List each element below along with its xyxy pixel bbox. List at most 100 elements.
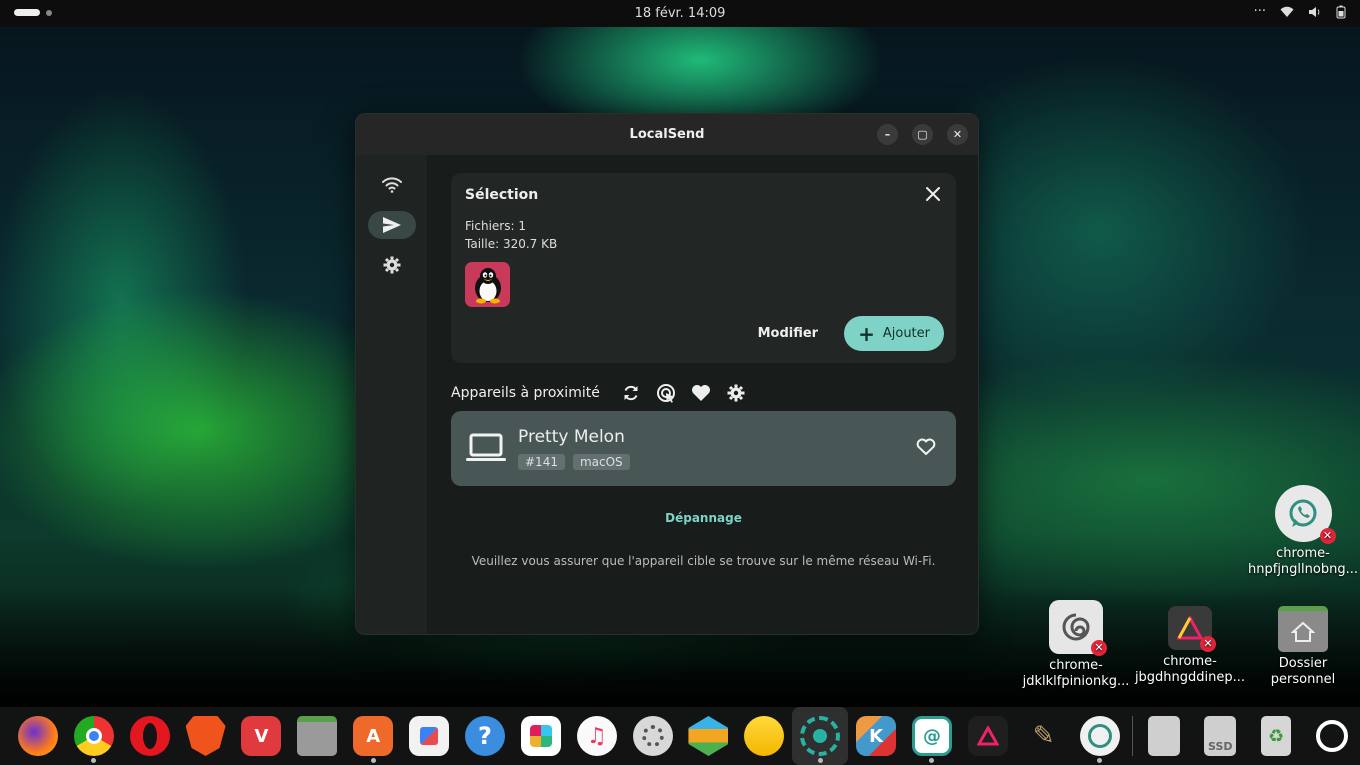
desktop-icon-label-line1: chrome-: [1049, 658, 1103, 673]
dock-yellow-app[interactable]: [736, 707, 792, 765]
software-bag-icon: [409, 716, 450, 756]
dock-localsend[interactable]: [792, 707, 849, 765]
heart-outline-icon[interactable]: [916, 438, 936, 456]
maximize-button[interactable]: ▢: [912, 124, 933, 145]
dock-music[interactable]: ♫: [569, 707, 625, 765]
music-note-icon: ♫: [576, 716, 617, 756]
dock-brave[interactable]: [178, 707, 234, 765]
desktop-icon-label-line2: jbgdhngddinep...: [1134, 670, 1246, 685]
dock-gnome-software[interactable]: [401, 707, 457, 765]
dock-chrome[interactable]: [66, 707, 122, 765]
dock-slack[interactable]: [513, 707, 569, 765]
dock-gimp[interactable]: ✎: [1016, 707, 1072, 765]
laptop-icon: [466, 433, 506, 461]
disk-drive-icon: [1148, 716, 1181, 756]
chrome-icon: [73, 716, 114, 756]
desktop-icon-home-folder[interactable]: Dossier personnel: [1243, 600, 1360, 688]
refresh-button[interactable]: [614, 381, 649, 405]
dock-help[interactable]: ?: [457, 707, 513, 765]
dock-files[interactable]: [289, 707, 345, 765]
desktop-icon-whatsapp-webapp[interactable]: ✕ chrome- hnpfjngllnobng...: [1243, 485, 1360, 578]
dock-trash[interactable]: ♻: [1248, 707, 1304, 765]
help-icon: ?: [464, 716, 505, 756]
plus-icon: +: [858, 321, 875, 346]
dock-settings[interactable]: [625, 707, 681, 765]
opera-icon: [129, 716, 170, 756]
device-tag-os: macOS: [572, 454, 630, 470]
dock-kanban-app[interactable]: K: [848, 707, 904, 765]
system-tray[interactable]: ···: [1254, 4, 1346, 19]
dock-firefox[interactable]: [10, 707, 66, 765]
file-thumbnail[interactable]: [465, 262, 510, 307]
close-window-button[interactable]: ✕: [947, 124, 968, 145]
tray-more-icon[interactable]: ···: [1254, 4, 1266, 19]
dock-picsart[interactable]: @: [904, 707, 960, 765]
spiral-app-icon: @: [911, 716, 952, 756]
dock-opera[interactable]: [122, 707, 178, 765]
files-folder-icon: [297, 716, 338, 756]
desktop-icon-affine-webapp[interactable]: ✕ chrome- jbgdhngddinep...: [1130, 600, 1250, 686]
desktop-icon-label-line2: jdklklfpinionkg...: [1022, 674, 1130, 689]
nearby-devices-header: Appareils à proximité: [451, 381, 754, 405]
spiral-app-icon: ✕: [1049, 600, 1107, 656]
dock-show-apps[interactable]: [1304, 707, 1360, 765]
volume-icon: [1309, 6, 1320, 17]
dock-separator: [1131, 716, 1133, 756]
vivaldi-icon: V: [241, 716, 282, 756]
home-folder-icon: [1278, 606, 1328, 652]
triangle-app-icon: [967, 716, 1008, 756]
desktop-icon-picsart-webapp[interactable]: ✕ chrome- jdklklfpinionkg...: [1016, 600, 1136, 690]
favorites-button[interactable]: [684, 381, 719, 405]
desktop-icon-label-line2: personnel: [1270, 672, 1336, 687]
dock-ssd[interactable]: SSD: [1192, 707, 1248, 765]
send-by-ip-button[interactable]: [649, 381, 684, 405]
error-badge-icon: ✕: [1319, 528, 1336, 544]
app-grid-icon: [1316, 720, 1349, 752]
dock: V A ? ♫ K @ ✎ SSD ♻: [0, 707, 1360, 765]
ssd-drive-icon: SSD: [1204, 716, 1237, 756]
dock-app-center[interactable]: A: [345, 707, 401, 765]
dock-vivaldi[interactable]: V: [234, 707, 290, 765]
add-button-label: Ajouter: [882, 326, 930, 341]
window-title: LocalSend: [629, 127, 705, 142]
nav-send[interactable]: [367, 211, 416, 239]
selection-size: Taille: 320.7 KB: [465, 237, 558, 251]
desktop-icon-label-line1: Dossier: [1278, 656, 1328, 671]
clear-selection-close-icon[interactable]: [922, 183, 944, 205]
send-page: Sélection Fichiers: 1 Taille: 320.7 KB M…: [427, 155, 978, 634]
triangle-app-icon: ✕: [1168, 606, 1216, 652]
trash-recycle-icon: ♻: [1261, 716, 1292, 756]
dock-disk[interactable]: [1136, 707, 1192, 765]
error-badge-icon: ✕: [1091, 640, 1107, 656]
battery-icon: [1336, 5, 1346, 18]
gimp-icon: ✎: [1032, 721, 1055, 751]
device-card[interactable]: Pretty Melon #141 macOS: [451, 411, 956, 486]
nav-settings[interactable]: [368, 251, 416, 279]
send-icon: [382, 217, 401, 233]
send-settings-button[interactable]: [719, 381, 754, 405]
refresh-icon: [624, 385, 638, 401]
yellow-circle-icon: [744, 716, 785, 756]
brave-lion-icon: [185, 716, 226, 756]
desktop-icon-label-line1: chrome-: [1276, 546, 1330, 561]
add-button[interactable]: + Ajouter: [844, 316, 944, 351]
troubleshoot-link[interactable]: Dépannage: [427, 511, 978, 525]
firefox-icon: [17, 716, 58, 756]
dock-affine[interactable]: [960, 707, 1016, 765]
wifi-icon: [381, 177, 402, 193]
dock-whatsapp[interactable]: [1072, 707, 1128, 765]
nav-receive[interactable]: [368, 171, 416, 199]
wifi-status-icon: [1280, 6, 1294, 17]
minimize-button[interactable]: –: [877, 124, 898, 145]
modify-button[interactable]: Modifier: [758, 326, 819, 341]
clock[interactable]: 18 févr. 14:09: [635, 6, 726, 21]
whatsapp-icon: [1079, 716, 1120, 756]
colorful-k-icon: K: [856, 716, 897, 756]
workspace-indicator: [46, 9, 52, 16]
whatsapp-icon: ✕: [1274, 485, 1336, 544]
activities-button[interactable]: [14, 9, 52, 16]
window-titlebar[interactable]: LocalSend – ▢ ✕: [356, 114, 978, 155]
dock-layers-app[interactable]: [681, 707, 737, 765]
tux-penguin-icon: [474, 267, 501, 303]
selection-title: Sélection: [465, 187, 539, 203]
